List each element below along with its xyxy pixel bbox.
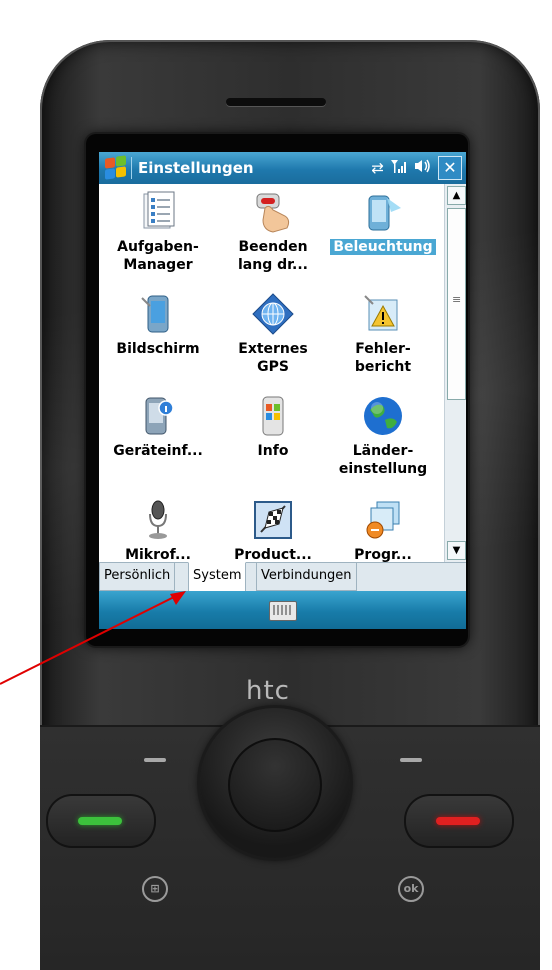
tab-strip: Persönlich System Verbindungen	[99, 562, 466, 592]
earpiece-speaker	[226, 98, 326, 106]
programs-icon	[361, 498, 405, 542]
item-label-line1: Progr...	[354, 547, 412, 562]
item-label-line2: Manager	[123, 257, 193, 273]
screen-icon	[136, 292, 180, 336]
scroll-thumb[interactable]	[447, 208, 466, 400]
hand-press-icon	[251, 190, 295, 234]
item-label-line2: einstellung	[338, 461, 428, 477]
settings-item-end-hold[interactable]: Beenden lang dr...	[217, 190, 329, 274]
tab-personal[interactable]: Persönlich	[99, 562, 176, 591]
item-label-line1: Product...	[234, 547, 312, 562]
tab-connections[interactable]: Verbindungen	[256, 562, 357, 591]
item-label-line1: Externes	[238, 341, 308, 357]
earth-globe-icon	[361, 394, 405, 438]
item-label-line1: Info	[257, 443, 289, 459]
scroll-down-button[interactable]: ▼	[447, 541, 466, 560]
tab-system[interactable]: System	[188, 562, 247, 592]
microphone-icon	[136, 498, 180, 542]
error-report-icon	[361, 292, 405, 336]
title-separator	[131, 157, 132, 179]
softkey-bar	[99, 591, 466, 629]
navigation-center-button[interactable]	[228, 738, 322, 832]
close-button[interactable]: ✕	[438, 156, 462, 180]
settings-item-task-manager[interactable]: Aufgaben- Manager	[102, 190, 214, 274]
item-label-line2: bericht	[354, 359, 412, 375]
ok-key[interactable]: ok	[398, 876, 424, 902]
keyboard-icon[interactable]	[269, 601, 297, 621]
item-label-line1: Beenden	[238, 239, 308, 255]
vertical-scrollbar[interactable]: ▲ ▼	[444, 184, 466, 562]
task-manager-icon	[136, 190, 180, 234]
settings-item-backlight[interactable]: Beleuchtung	[327, 190, 439, 256]
settings-item-product[interactable]: Product...	[217, 498, 329, 562]
settings-item-device-info[interactable]: Geräteinf...	[102, 394, 214, 460]
item-label-line1: Länder-	[352, 443, 414, 459]
item-label-line1: Aufgaben-	[117, 239, 199, 255]
scroll-up-button[interactable]: ▲	[447, 186, 466, 205]
settings-item-microphone[interactable]: Mikrof...	[102, 498, 214, 562]
gps-globe-icon	[251, 292, 295, 336]
device-info-icon	[136, 394, 180, 438]
settings-item-programs[interactable]: Progr...	[327, 498, 439, 562]
page-title: Einstellungen	[138, 159, 254, 177]
right-softkey-indicator[interactable]	[400, 758, 422, 762]
settings-item-info[interactable]: Info	[217, 394, 329, 460]
item-label-line1: Geräteinf...	[113, 443, 203, 459]
signal-icon[interactable]	[390, 158, 408, 178]
volume-icon[interactable]	[414, 158, 432, 178]
settings-item-screen[interactable]: Bildschirm	[102, 292, 214, 358]
settings-item-external-gps[interactable]: Externes GPS	[217, 292, 329, 376]
brand-logo: htc	[246, 676, 290, 706]
item-label-line2: lang dr...	[238, 257, 308, 273]
checkered-flag-icon	[251, 498, 295, 542]
device-screen: Einstellungen ⇄ ✕ Aufgaben- Manager Beend…	[99, 152, 466, 629]
backlight-icon	[361, 190, 405, 234]
title-bar: Einstellungen ⇄ ✕	[99, 152, 466, 184]
item-label-line2: GPS	[257, 359, 289, 375]
status-icons: ⇄ ✕	[371, 156, 462, 180]
item-label-line1: Fehler-	[355, 341, 411, 357]
item-label-line1: Bildschirm	[116, 341, 200, 357]
start-icon[interactable]	[103, 155, 129, 181]
settings-item-regional[interactable]: Länder-einstellung	[327, 394, 439, 478]
call-button[interactable]	[46, 794, 156, 848]
settings-item-error-report[interactable]: Fehler-bericht	[327, 292, 439, 376]
windows-info-icon	[251, 394, 295, 438]
windows-key-icon[interactable]: ⊞	[142, 876, 168, 902]
settings-grid: Aufgaben- Manager Beenden lang dr... Beleu…	[99, 184, 444, 562]
left-softkey-indicator[interactable]	[144, 758, 166, 762]
item-label-line1: Beleuchtung	[330, 239, 436, 255]
end-call-button[interactable]	[404, 794, 514, 848]
item-label-line1: Mikrof...	[125, 547, 191, 562]
data-sync-icon[interactable]: ⇄	[371, 159, 384, 177]
